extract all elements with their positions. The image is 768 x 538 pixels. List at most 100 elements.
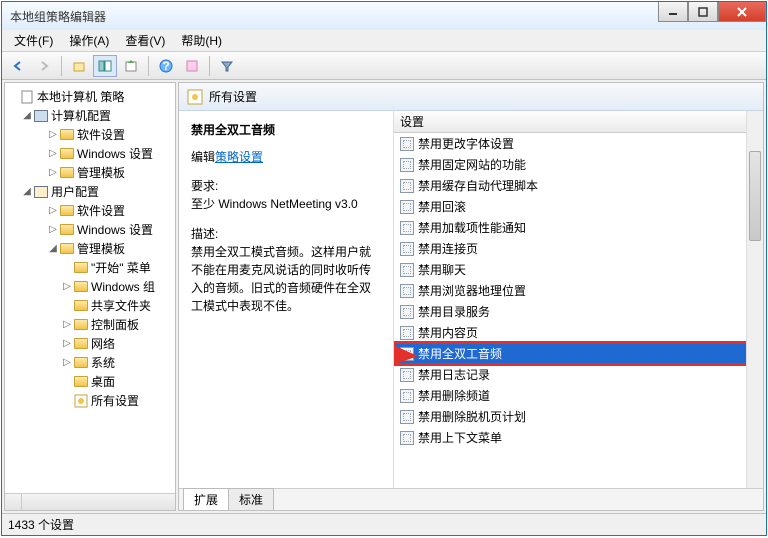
folder-icon bbox=[60, 167, 74, 178]
detail-panel: 禁用全双工音频 编辑策略设置 要求: 至少 Windows NetMeeting… bbox=[179, 111, 394, 488]
folder-icon bbox=[74, 319, 88, 330]
export-button[interactable] bbox=[119, 55, 143, 77]
folder-icon bbox=[74, 300, 88, 311]
policy-icon bbox=[400, 326, 414, 340]
folder-icon bbox=[74, 376, 88, 387]
toolbar: ? bbox=[2, 52, 766, 80]
tree-network[interactable]: ▷网络 bbox=[59, 334, 175, 353]
policy-icon bbox=[400, 347, 414, 361]
show-tree-button[interactable] bbox=[93, 55, 117, 77]
tree-root[interactable]: 本地计算机 策略 bbox=[5, 87, 175, 106]
tree-uc-admin[interactable]: ◢管理模板 bbox=[45, 239, 175, 258]
folder-icon bbox=[60, 148, 74, 159]
list-item[interactable]: 禁用内容页 bbox=[394, 322, 763, 343]
policy-icon bbox=[400, 389, 414, 403]
list-item[interactable]: 禁用加载项性能通知 bbox=[394, 217, 763, 238]
filter-button[interactable] bbox=[215, 55, 239, 77]
tree-desktop[interactable]: 桌面 bbox=[59, 372, 175, 391]
policy-icon bbox=[400, 431, 414, 445]
up-button[interactable] bbox=[67, 55, 91, 77]
folder-icon bbox=[74, 357, 88, 368]
folder-icon bbox=[74, 338, 88, 349]
list-item[interactable]: 禁用上下文菜单 bbox=[394, 427, 763, 448]
content-header: 所有设置 bbox=[179, 83, 763, 111]
back-button[interactable] bbox=[6, 55, 30, 77]
folder-icon bbox=[74, 281, 88, 292]
titlebar: 本地组策略编辑器 bbox=[2, 2, 766, 30]
column-header[interactable]: 设置 bbox=[394, 111, 763, 133]
folder-icon bbox=[60, 243, 74, 254]
requirements-label: 要求: bbox=[191, 177, 381, 195]
description-value: 禁用全双工模式音频。这样用户就不能在用麦克风说话的同时收听传入的音频。旧式的音频… bbox=[191, 243, 381, 315]
tree-shared[interactable]: 共享文件夹 bbox=[59, 296, 175, 315]
close-button[interactable] bbox=[718, 2, 766, 22]
minimize-button[interactable] bbox=[658, 2, 688, 22]
list-item[interactable]: 禁用删除频道 bbox=[394, 385, 763, 406]
maximize-button[interactable] bbox=[688, 2, 718, 22]
svg-text:?: ? bbox=[162, 59, 169, 73]
vertical-scrollbar[interactable] bbox=[746, 111, 763, 488]
settings-icon bbox=[73, 393, 89, 409]
list-item[interactable]: 禁用聊天 bbox=[394, 259, 763, 280]
settings-list: 设置 禁用更改字体设置禁用固定网站的功能禁用缓存自动代理脚本禁用回滚禁用加载项性… bbox=[394, 111, 763, 488]
menubar: 文件(F) 操作(A) 查看(V) 帮助(H) bbox=[2, 30, 766, 52]
properties-button[interactable] bbox=[180, 55, 204, 77]
tree-start-menu[interactable]: "开始" 菜单 bbox=[59, 258, 175, 277]
tree-user-config[interactable]: ◢用户配置 bbox=[19, 182, 175, 201]
computer-icon bbox=[33, 108, 49, 124]
policy-icon bbox=[400, 284, 414, 298]
list-item[interactable]: 禁用固定网站的功能 bbox=[394, 154, 763, 175]
edit-policy-link[interactable]: 策略设置 bbox=[215, 150, 263, 164]
list-item[interactable]: 禁用连接页 bbox=[394, 238, 763, 259]
tree-system[interactable]: ▷系统 bbox=[59, 353, 175, 372]
policy-icon bbox=[400, 305, 414, 319]
menu-file[interactable]: 文件(F) bbox=[8, 30, 59, 51]
list-item[interactable]: 禁用回滚 bbox=[394, 196, 763, 217]
status-bar: 1433 个设置 bbox=[2, 513, 766, 535]
tree-windows-comp[interactable]: ▷Windows 组 bbox=[59, 277, 175, 296]
list-item[interactable]: 禁用更改字体设置 bbox=[394, 133, 763, 154]
settings-icon bbox=[187, 89, 203, 105]
menu-view[interactable]: 查看(V) bbox=[119, 30, 171, 51]
tree-computer-config[interactable]: ◢计算机配置 bbox=[19, 106, 175, 125]
list-item[interactable]: 禁用全双工音频 bbox=[394, 343, 763, 364]
policy-icon bbox=[400, 263, 414, 277]
list-item[interactable]: 禁用目录服务 bbox=[394, 301, 763, 322]
user-icon bbox=[33, 184, 49, 200]
policy-icon bbox=[400, 158, 414, 172]
tree-all-settings[interactable]: 所有设置 bbox=[59, 391, 175, 410]
forward-button[interactable] bbox=[32, 55, 56, 77]
tree-panel: 本地计算机 策略 ◢计算机配置 ▷软件设置 ▷Windows 设置 ▷管理模板 … bbox=[4, 82, 176, 511]
list-item[interactable]: 禁用删除脱机页计划 bbox=[394, 406, 763, 427]
tab-standard[interactable]: 标准 bbox=[228, 488, 274, 510]
tabs-bar: 扩展 标准 bbox=[179, 488, 763, 510]
menu-action[interactable]: 操作(A) bbox=[63, 30, 115, 51]
tree-uc-windows[interactable]: ▷Windows 设置 bbox=[45, 220, 175, 239]
description-label: 描述: bbox=[191, 225, 381, 243]
tree-cc-software[interactable]: ▷软件设置 bbox=[45, 125, 175, 144]
help-button[interactable]: ? bbox=[154, 55, 178, 77]
tree-cc-admin[interactable]: ▷管理模板 bbox=[45, 163, 175, 182]
folder-icon bbox=[60, 205, 74, 216]
policy-icon bbox=[400, 200, 414, 214]
folder-icon bbox=[60, 224, 74, 235]
tree-uc-software[interactable]: ▷软件设置 bbox=[45, 201, 175, 220]
folder-icon bbox=[60, 129, 74, 140]
policy-icon bbox=[400, 179, 414, 193]
tree-cc-windows[interactable]: ▷Windows 设置 bbox=[45, 144, 175, 163]
policy-icon bbox=[400, 410, 414, 424]
list-item[interactable]: 禁用浏览器地理位置 bbox=[394, 280, 763, 301]
policy-icon bbox=[400, 242, 414, 256]
menu-help[interactable]: 帮助(H) bbox=[175, 30, 228, 51]
tab-extended[interactable]: 扩展 bbox=[183, 488, 229, 510]
list-item[interactable]: 禁用日志记录 bbox=[394, 364, 763, 385]
list-item[interactable]: 禁用缓存自动代理脚本 bbox=[394, 175, 763, 196]
requirements-value: 至少 Windows NetMeeting v3.0 bbox=[191, 195, 381, 213]
status-text: 1433 个设置 bbox=[8, 516, 74, 533]
policy-icon bbox=[400, 137, 414, 151]
tree-control-panel[interactable]: ▷控制面板 bbox=[59, 315, 175, 334]
window-title: 本地组策略编辑器 bbox=[10, 8, 106, 25]
detail-title: 禁用全双工音频 bbox=[191, 121, 381, 138]
policy-icon bbox=[400, 368, 414, 382]
document-icon bbox=[19, 89, 35, 105]
